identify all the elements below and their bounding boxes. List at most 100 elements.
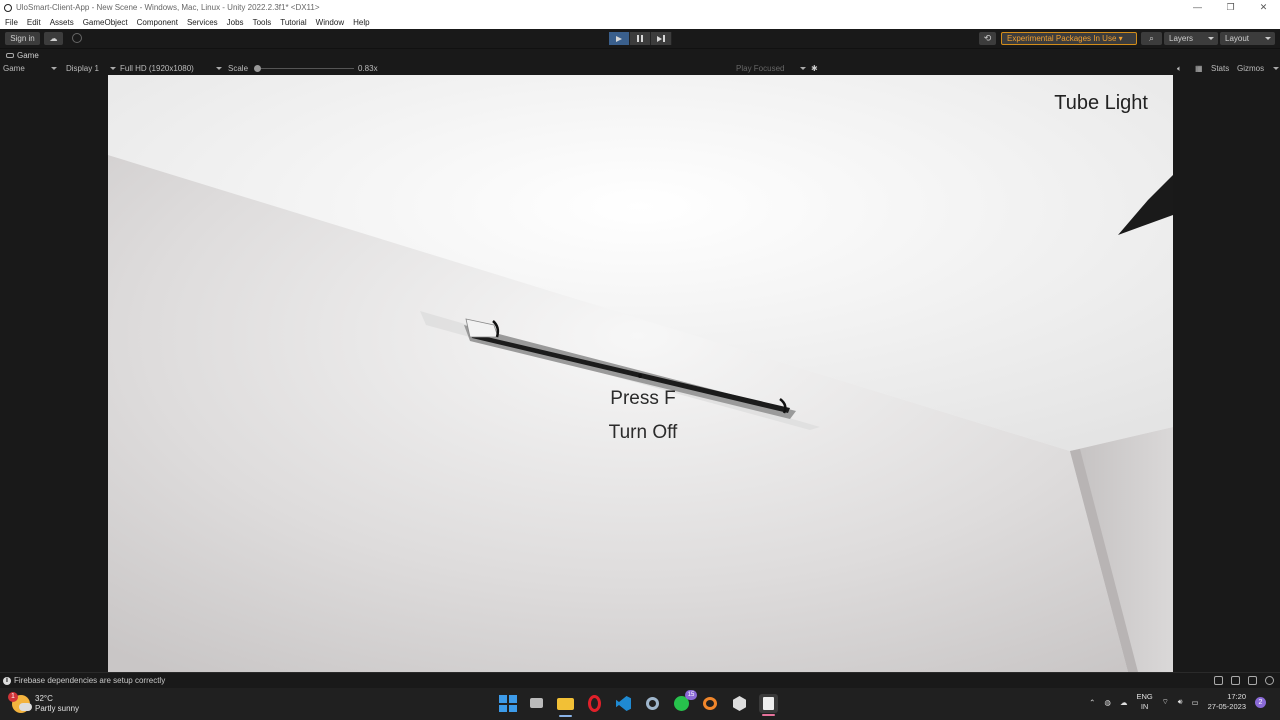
resolution-dropdown[interactable]: Full HD (1920x1080) (120, 62, 222, 75)
wifi-icon[interactable]: ⌔ (1162, 697, 1169, 707)
weather-condition: Partly sunny (35, 704, 80, 713)
whatsapp-badge: 15 (685, 690, 697, 700)
windows-start-icon[interactable] (498, 694, 517, 713)
menu-help[interactable]: Help (353, 18, 369, 27)
minimize-button[interactable]: — (1181, 0, 1214, 15)
play-focused-label: Play Focused (736, 64, 785, 73)
display-dropdown[interactable]: Display 1 (66, 62, 116, 75)
settings-icon[interactable] (643, 694, 662, 713)
network-activity-icon[interactable]: ◍ (1104, 698, 1111, 707)
play-focused-dropdown[interactable]: Play Focused (736, 62, 806, 75)
history-icon: ⟲ (983, 33, 992, 43)
cloud-button[interactable]: ☁ (44, 32, 63, 45)
gizmos-dropdown[interactable]: Gizmos (1237, 62, 1279, 75)
scale-slider-handle[interactable] (254, 65, 261, 72)
menu-services[interactable]: Services (187, 18, 218, 27)
chevron-down-icon (1273, 67, 1279, 70)
game-mode-dropdown[interactable]: Game (3, 62, 59, 75)
game-viewport[interactable]: Tube Light Press F Turn Off (108, 75, 1173, 672)
step-icon (657, 35, 665, 42)
clock[interactable]: 17:20 27-05-2023 (1208, 692, 1246, 712)
menu-file[interactable]: File (5, 18, 18, 27)
pause-button[interactable] (630, 32, 651, 45)
partly-sunny-icon: 1 (8, 692, 32, 713)
notification-badge[interactable]: 2 (1255, 696, 1266, 708)
mute-audio-icon[interactable]: 🔈︎ (1177, 62, 1182, 75)
tab-game[interactable]: Game (2, 49, 43, 62)
layout-dropdown[interactable]: Layout (1220, 32, 1275, 45)
vscode-icon[interactable] (614, 694, 633, 713)
experimental-packages-button[interactable]: Experimental Packages In Use ▾ (1001, 32, 1137, 45)
chevron-up-icon[interactable]: ⌃ (1089, 698, 1095, 707)
system-tray: ⌃ ◍ ☁ ENG IN ⌔ 🔊︎ ▭ 17:20 27-05-2023 2 (1089, 692, 1266, 712)
clock-time: 17:20 (1227, 692, 1246, 701)
status-message[interactable]: Firebase dependencies are setup correctl… (14, 676, 165, 685)
resolution-label: Full HD (1920x1080) (120, 64, 194, 73)
menu-assets[interactable]: Assets (50, 18, 74, 27)
scene-render (108, 75, 1173, 672)
menu-gameobject[interactable]: GameObject (83, 18, 128, 27)
unity-hub-icon[interactable] (730, 694, 749, 713)
clock-date: 27-05-2023 (1207, 702, 1246, 711)
check-icon[interactable] (1265, 676, 1274, 685)
pause-icon (637, 35, 643, 42)
volume-icon[interactable]: 🔊︎ (1178, 697, 1183, 707)
play-icon (616, 35, 622, 42)
cache-icon[interactable] (1248, 676, 1257, 685)
chevron-down-icon (216, 67, 222, 70)
status-bar: i Firebase dependencies are setup correc… (0, 672, 1280, 688)
scale-slider[interactable] (254, 65, 354, 72)
bug-icon[interactable]: ✱ (811, 62, 818, 75)
taskbar-apps: 15 (498, 690, 778, 717)
language-indicator[interactable]: ENG IN (1136, 692, 1152, 712)
sign-in-button[interactable]: Sign in (5, 32, 40, 45)
layers-dropdown[interactable]: Layers (1164, 32, 1218, 45)
window-controls: — ❐ ✕ (1181, 0, 1280, 15)
search-button[interactable]: ⌕ (1141, 32, 1162, 45)
file-explorer-icon[interactable] (556, 694, 575, 717)
history-button[interactable]: ⟲ (979, 32, 996, 45)
gamepad-icon (6, 53, 14, 58)
restore-button[interactable]: ❐ (1214, 0, 1247, 15)
window-title: UloSmart-Client-App - New Scene - Window… (16, 3, 320, 12)
gizmos-label: Gizmos (1237, 64, 1265, 73)
debug-icon[interactable] (1214, 676, 1223, 685)
grid-icon[interactable]: ▦ (1195, 62, 1203, 75)
display-label: Display 1 (66, 64, 99, 73)
menu-jobs[interactable]: Jobs (227, 18, 244, 27)
onedrive-icon[interactable]: ☁ (1120, 698, 1128, 707)
battery-icon[interactable]: ▭ (1192, 698, 1199, 707)
whatsapp-icon[interactable]: 15 (672, 690, 697, 713)
menu-tutorial[interactable]: Tutorial (280, 18, 306, 27)
scale-value: 0.83x (358, 64, 378, 73)
menu-edit[interactable]: Edit (27, 18, 41, 27)
menu-bar: File Edit Assets GameObject Component Se… (0, 15, 1280, 29)
status-icons (1214, 676, 1274, 685)
task-view-icon[interactable] (527, 694, 546, 713)
collab-icon[interactable] (72, 33, 82, 43)
window-titlebar: UloSmart-Client-App - New Scene - Window… (0, 0, 1280, 15)
weather-badge: 1 (8, 692, 18, 702)
object-name-label: Tube Light (1054, 92, 1148, 114)
scale-label: Scale (228, 64, 249, 73)
region-code: IN (1140, 702, 1149, 711)
opera-icon[interactable] (585, 694, 604, 713)
step-button[interactable] (651, 32, 672, 45)
chevron-down-icon (800, 67, 806, 70)
stats-button[interactable]: Stats (1211, 62, 1229, 75)
tab-game-label: Game (17, 51, 39, 60)
unity-editor-icon[interactable] (759, 694, 778, 716)
game-view-toolbar: Game Display 1 Full HD (1920x1080) Scale… (0, 62, 1280, 75)
play-button[interactable] (609, 32, 630, 45)
panel-tab-bar: Game (0, 49, 1280, 62)
unity-logo-icon (4, 3, 12, 12)
blender-icon[interactable] (701, 694, 720, 713)
menu-component[interactable]: Component (137, 18, 178, 27)
weather-widget[interactable]: 1 32°C Partly sunny (8, 692, 80, 714)
progress-icon[interactable] (1231, 676, 1240, 685)
menu-window[interactable]: Window (316, 18, 344, 27)
menu-tools[interactable]: Tools (253, 18, 272, 27)
chevron-down-icon (51, 67, 57, 70)
interaction-action-text: Turn Off (608, 422, 678, 443)
close-button[interactable]: ✕ (1247, 0, 1280, 15)
